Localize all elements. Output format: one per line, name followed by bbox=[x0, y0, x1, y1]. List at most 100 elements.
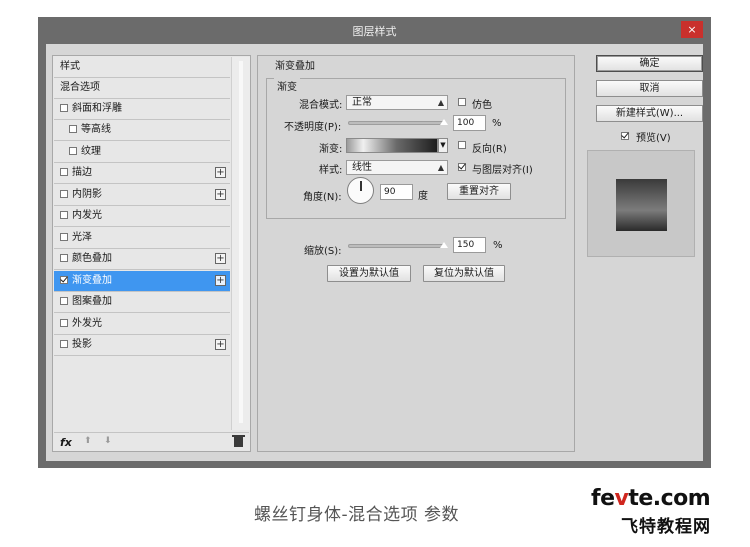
scrollbar[interactable] bbox=[231, 57, 250, 430]
list-item-satin[interactable]: 光泽 bbox=[54, 228, 230, 249]
angle-unit: 度 bbox=[418, 191, 428, 202]
list-item-label: 渐变叠加 bbox=[72, 275, 112, 286]
list-item-label: 内发光 bbox=[72, 210, 102, 221]
set-default-button[interactable]: 设置为默认值 bbox=[327, 265, 411, 282]
new-style-button[interactable]: 新建样式(W)... bbox=[596, 105, 703, 122]
fx-icon[interactable]: fx bbox=[60, 436, 72, 449]
site-name: 飞特教程网 bbox=[621, 517, 711, 537]
move-up-icon[interactable]: ⬆ bbox=[84, 436, 92, 446]
trash-icon[interactable] bbox=[232, 435, 245, 447]
list-item-inner-shadow[interactable]: 内阴影 + bbox=[54, 185, 230, 206]
list-item-inner-glow[interactable]: 内发光 bbox=[54, 206, 230, 227]
site-logo: fevte.com bbox=[591, 486, 711, 511]
ok-button[interactable]: 确定 bbox=[596, 55, 703, 72]
gradient-group: 渐变 混合模式: 正常 ▲ 仿色 不透明度(P): 100 % 渐变: ▼ 反向(… bbox=[266, 78, 566, 219]
close-button[interactable]: × bbox=[681, 21, 703, 38]
list-item-outer-glow[interactable]: 外发光 bbox=[54, 314, 230, 335]
move-down-icon[interactable]: ⬇ bbox=[104, 436, 112, 446]
list-footer: fx ⬆ ⬇ bbox=[54, 432, 249, 451]
add-effect-button[interactable]: + bbox=[215, 339, 226, 350]
gradient-overlay-panel: 渐变叠加 渐变 混合模式: 正常 ▲ 仿色 不透明度(P): 100 % 渐变: … bbox=[257, 55, 575, 452]
add-effect-button[interactable]: + bbox=[215, 253, 226, 264]
gradient-dropdown-icon[interactable]: ▼ bbox=[438, 138, 448, 153]
blend-mode-label: 混合模式: bbox=[299, 100, 343, 111]
gradient-picker[interactable] bbox=[346, 138, 438, 153]
checkbox[interactable] bbox=[60, 233, 68, 241]
checkbox[interactable] bbox=[60, 104, 68, 112]
reset-default-button[interactable]: 复位为默认值 bbox=[423, 265, 505, 282]
list-item-label: 内阴影 bbox=[72, 189, 102, 200]
dialog-title: 图层样式 bbox=[352, 25, 397, 38]
list-item-label: 混合选项 bbox=[60, 82, 100, 93]
preview-checkbox[interactable] bbox=[621, 132, 629, 140]
reset-alignment-button[interactable]: 重置对齐 bbox=[447, 183, 511, 200]
list-item-label: 投影 bbox=[72, 339, 92, 350]
list-item-bevel-emboss[interactable]: 斜面和浮雕 bbox=[54, 99, 230, 120]
angle-input[interactable]: 90 bbox=[380, 184, 413, 200]
list-item-pattern-overlay[interactable]: 图案叠加 bbox=[54, 292, 230, 313]
opacity-label: 不透明度(P): bbox=[284, 122, 342, 133]
checkbox[interactable] bbox=[69, 125, 77, 133]
checkbox[interactable] bbox=[69, 147, 77, 155]
checkbox[interactable] bbox=[60, 168, 68, 176]
list-item-label: 外发光 bbox=[72, 318, 102, 329]
logo-text-c: te.com bbox=[628, 486, 711, 511]
style-select[interactable]: 线性 ▲ bbox=[346, 160, 448, 175]
list-item-label: 图案叠加 bbox=[72, 296, 112, 307]
scale-label: 缩放(S): bbox=[304, 246, 342, 257]
add-effect-button[interactable]: + bbox=[215, 167, 226, 178]
list-item-gradient-overlay[interactable]: 渐变叠加 + bbox=[54, 271, 230, 292]
list-item-label: 等高线 bbox=[81, 124, 111, 135]
blend-mode-select[interactable]: 正常 ▲ bbox=[346, 95, 448, 110]
cancel-button[interactable]: 取消 bbox=[596, 80, 703, 97]
add-effect-button[interactable]: + bbox=[215, 275, 226, 286]
group-title: 渐变 bbox=[274, 78, 300, 93]
angle-label: 角度(N): bbox=[303, 192, 342, 203]
reverse-label[interactable]: 反向(R) bbox=[472, 140, 507, 155]
checkbox[interactable] bbox=[60, 297, 68, 305]
opacity-slider-thumb[interactable] bbox=[439, 118, 449, 125]
add-effect-button[interactable]: + bbox=[215, 189, 226, 200]
styles-list: 样式 混合选项 斜面和浮雕 等高线 纹理 描边 + 内阴影 + 内发光 光泽 颜色叠… bbox=[52, 55, 251, 452]
style-preview bbox=[587, 150, 695, 257]
opacity-input[interactable]: 100 bbox=[453, 115, 486, 131]
opacity-unit: % bbox=[492, 118, 502, 129]
reverse-checkbox[interactable] bbox=[458, 141, 466, 149]
angle-dial[interactable] bbox=[347, 177, 374, 204]
opacity-slider[interactable] bbox=[348, 121, 444, 125]
layer-style-dialog: 图层样式 × 样式 混合选项 斜面和浮雕 等高线 纹理 描边 + 内阴影 + 内发光… bbox=[38, 17, 711, 468]
list-item-contour[interactable]: 等高线 bbox=[54, 120, 230, 141]
list-item-label: 光泽 bbox=[72, 232, 92, 243]
list-item-texture[interactable]: 纹理 bbox=[54, 142, 230, 163]
list-item-label: 样式 bbox=[60, 61, 80, 72]
checkbox[interactable] bbox=[60, 211, 68, 219]
dither-label[interactable]: 仿色 bbox=[472, 96, 492, 111]
logo-text-a: fe bbox=[591, 486, 615, 511]
blend-mode-value: 正常 bbox=[352, 97, 372, 108]
list-item-label: 描边 bbox=[72, 167, 92, 178]
list-item-blending-options[interactable]: 混合选项 bbox=[54, 78, 230, 99]
list-item-color-overlay[interactable]: 颜色叠加 + bbox=[54, 249, 230, 270]
style-label: 样式: bbox=[319, 165, 343, 176]
scale-unit: % bbox=[493, 240, 503, 251]
updown-icon: ▲ bbox=[437, 163, 444, 172]
dither-checkbox[interactable] bbox=[458, 98, 466, 106]
gradient-label: 渐变: bbox=[319, 144, 343, 155]
section-title: 渐变叠加 bbox=[275, 61, 315, 72]
preview-label[interactable]: 预览(V) bbox=[636, 129, 671, 144]
scale-slider-thumb[interactable] bbox=[439, 241, 449, 248]
checkbox[interactable] bbox=[60, 276, 68, 284]
align-with-layer-label[interactable]: 与图层对齐(I) bbox=[472, 161, 533, 176]
list-item-styles[interactable]: 样式 bbox=[54, 57, 230, 78]
list-item-stroke[interactable]: 描边 + bbox=[54, 163, 230, 184]
align-with-layer-checkbox[interactable] bbox=[458, 163, 466, 171]
checkbox[interactable] bbox=[60, 340, 68, 348]
checkbox[interactable] bbox=[60, 254, 68, 262]
scale-slider[interactable] bbox=[348, 244, 444, 248]
style-value: 线性 bbox=[352, 162, 372, 173]
list-item-drop-shadow[interactable]: 投影 + bbox=[54, 335, 230, 356]
checkbox[interactable] bbox=[60, 319, 68, 327]
checkbox[interactable] bbox=[60, 190, 68, 198]
scale-input[interactable]: 150 bbox=[453, 237, 486, 253]
title-bar[interactable]: 图层样式 × bbox=[38, 17, 711, 44]
